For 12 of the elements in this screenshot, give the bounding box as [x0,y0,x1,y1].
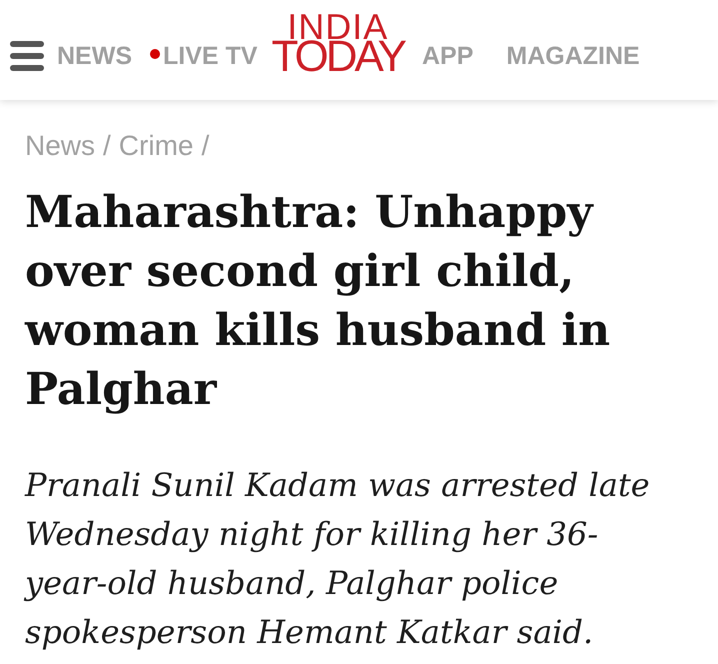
breadcrumb-separator: / [201,129,210,163]
menu-icon[interactable] [10,41,44,71]
breadcrumb-link[interactable]: News [25,129,96,163]
article-headline: Maharashtra: Unhappy over second girl child, woman kills husband in Palghar [25,186,612,417]
nav-link[interactable]: MAGAZINE [506,42,640,70]
nav-link[interactable]: NEWS [57,42,132,70]
article-summary: Pranali Sunil Kadam was arrested late Wednesday night for killing her 36-year-old husband, Palghar police spokesperson Hemant Katkar said. [25,465,651,653]
breadcrumb-separator: / [103,129,111,163]
breadcrumb-link[interactable]: Crime [118,129,194,163]
logo-link[interactable]: INDIA TODAY [271,14,404,74]
nav-link[interactable]: LIVE TV [150,42,258,70]
nav-link[interactable]: APP [422,42,474,70]
